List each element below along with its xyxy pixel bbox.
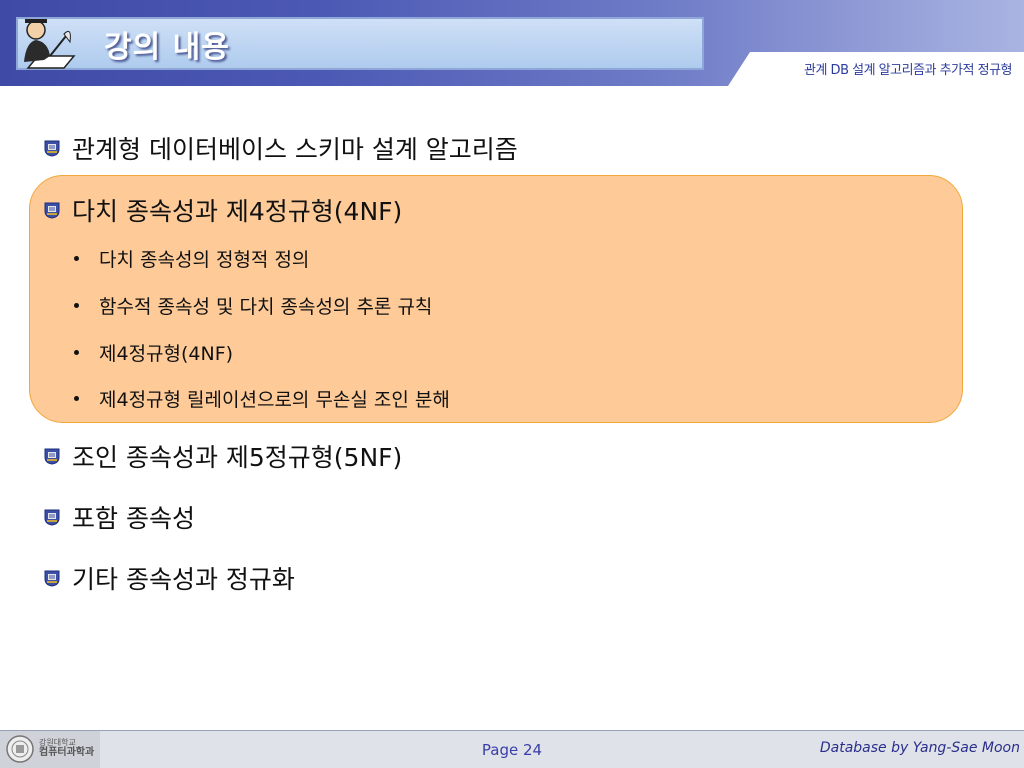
bullet-dot: [74, 396, 79, 401]
sub-list-item: 제4정규형 릴레이션으로의 무손실 조인 분해: [74, 385, 450, 412]
sub-list-item: 다치 종속성의 정형적 정의: [74, 245, 309, 272]
list-item-label: 관계형 데이터베이스 스키마 설계 알고리즘: [72, 135, 518, 164]
sub-list-item-label: 함수적 종속성 및 다치 종속성의 추론 규칙: [99, 296, 433, 318]
scholar-writing-icon: [24, 19, 76, 69]
list-item: 기타 종속성과 정규화: [42, 560, 295, 596]
bullet-dot: [74, 256, 79, 261]
page-title: 강의 내용: [104, 30, 230, 65]
emblem-bullet-icon: [44, 509, 60, 526]
sub-list-item-label: 다치 종속성의 정형적 정의: [99, 249, 310, 271]
list-item-label: 기타 종속성과 정규화: [72, 565, 295, 594]
sub-list-item-label: 제4정규형 릴레이션으로의 무손실 조인 분해: [99, 389, 450, 411]
sub-list-item-label: 제4정규형(4NF): [99, 343, 234, 365]
emblem-bullet-icon: [44, 140, 60, 157]
emblem-bullet-icon: [44, 448, 60, 465]
sub-list-item: 제4정규형(4NF): [74, 339, 233, 366]
list-item-label: 조인 종속성과 제5정규형(5NF): [72, 443, 403, 472]
list-item: 포함 종속성: [42, 499, 195, 535]
list-item-label: 포함 종속성: [72, 504, 195, 533]
bullet-dot: [74, 303, 79, 308]
footer-credit: Database by Yang-Sae Moon: [819, 740, 1020, 756]
sub-list-item: 함수적 종속성 및 다치 종속성의 추론 규칙: [74, 292, 432, 319]
list-item: 다치 종속성과 제4정규형(4NF): [42, 192, 402, 228]
header-subtitle: 관계 DB 설계 알고리즘과 추가적 정규형: [804, 63, 1013, 78]
list-item: 관계형 데이터베이스 스키마 설계 알고리즘: [42, 130, 518, 166]
list-item-label: 다치 종속성과 제4정규형(4NF): [72, 197, 403, 226]
emblem-bullet-icon: [44, 570, 60, 587]
emblem-bullet-icon: [44, 202, 60, 219]
bullet-dot: [74, 350, 79, 355]
list-item: 조인 종속성과 제5정규형(5NF): [42, 438, 402, 474]
